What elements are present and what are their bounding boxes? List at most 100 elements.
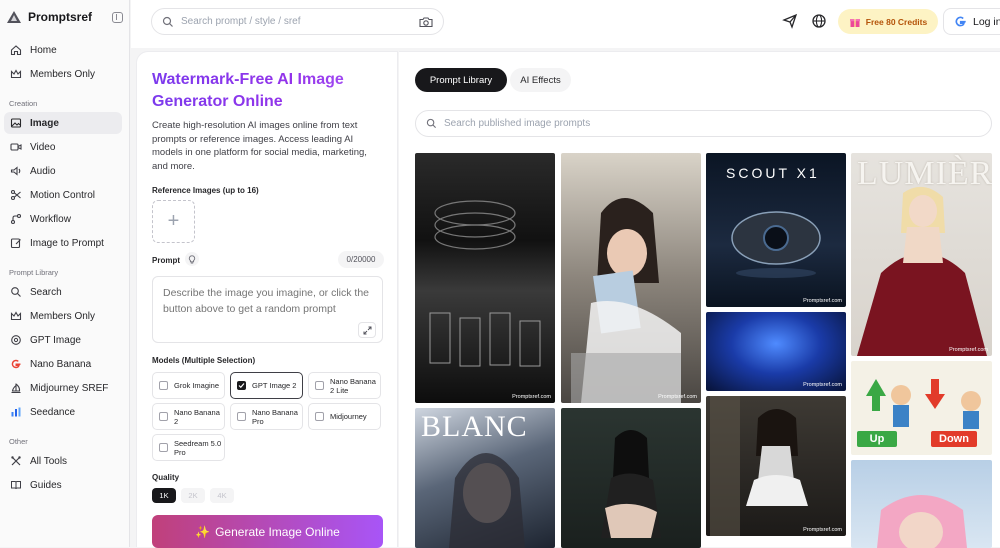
sidebar-item-members-only[interactable]: Members Only [4,63,122,85]
quality-2k[interactable]: 2K [181,488,205,503]
checkbox[interactable] [315,412,324,421]
check-icon [238,383,245,389]
model-option-gpt-image-2[interactable]: GPT Image 2 [230,372,303,399]
model-option-nano-banana-2-lite[interactable]: Nano Banana 2 Lite [308,372,381,399]
gallery-image-girl-book[interactable]: Promptsref.com [561,153,701,403]
quality-1k[interactable]: 1K [152,488,176,503]
gift-icon [849,18,860,27]
sidebar-item-label: Seedance [30,406,76,418]
gallery-image-dishes[interactable]: Promptsref.com [415,153,555,403]
model-option-seedream-5-pro[interactable]: Seedream 5.0 Pro [152,434,225,461]
model-label: Nano Banana Pro [252,407,298,426]
globe-icon[interactable] [810,12,828,30]
sidebar-item-gpt-image[interactable]: GPT Image [4,329,122,351]
sidebar-item-label: Audio [30,165,56,177]
sidebar-item-search[interactable]: Search [4,281,122,303]
sidebar-item-seedance[interactable]: Seedance [4,401,122,423]
gallery-image-blanc[interactable]: BLANC [415,408,555,548]
prompt-input[interactable] [152,276,383,343]
model-option-midjourney[interactable]: Midjourney [308,403,381,430]
tab-prompt-library[interactable]: Prompt Library [415,68,507,92]
crown-icon [10,311,22,321]
gpt-icon [11,335,21,345]
camera-icon[interactable] [419,16,433,28]
upload-reference-button[interactable]: + [152,200,195,243]
gallery-search-input[interactable] [444,118,981,129]
checkbox-checked[interactable] [237,381,246,390]
tab-ai-effects[interactable]: AI Effects [510,68,571,92]
expand-icon[interactable] [358,322,376,338]
prompt-counter: 0/20000 [338,251,384,268]
sidebar-item-members-only-library[interactable]: Members Only [4,305,122,327]
model-label: Midjourney [330,412,367,421]
reference-images-label: Reference Images (up to 16) [152,186,259,195]
watermark: Promptsref.com [803,382,842,388]
model-option-grok-imagine[interactable]: Grok Imagine [152,372,225,399]
quality-4k[interactable]: 4K [210,488,234,503]
topbar: Free 80 Credits Log in [131,0,1000,48]
sidebar-item-guides[interactable]: Guides [4,474,122,496]
sidebar-item-home[interactable]: Home [4,39,122,61]
checkbox[interactable] [159,443,168,452]
plus-icon: + [167,210,180,232]
sidebar-item-midjourney-sref[interactable]: Midjourney SREF [4,377,122,399]
gallery-image-blue-face[interactable]: Promptsref.com [706,312,846,391]
motion-icon [10,189,21,201]
login-button[interactable]: Log in [943,8,1000,35]
section-label-prompt-library: Prompt Library [9,268,59,277]
section-label-creation: Creation [9,99,38,108]
global-search[interactable] [151,8,444,35]
sidebar-item-label: Search [30,286,62,298]
page-description: Create high-resolution AI images online … [152,120,367,172]
checkbox[interactable] [159,381,168,390]
gallery-image-pink-hair[interactable] [851,460,992,548]
sparkle-icon: ✨ [195,524,211,539]
free-credits-button[interactable]: Free 80 Credits [838,9,938,34]
seedance-icon [11,407,21,417]
sidebar-item-label: Image to Prompt [30,237,104,249]
sidebar-item-audio[interactable]: Audio [4,160,122,182]
model-label: Nano Banana 2 [174,407,220,426]
gallery-image-up-down[interactable]: Up Down [851,361,992,455]
gallery-image-lumiere[interactable]: LUMIÈRE Promptsref.com [851,153,992,356]
tile-caption: Up [857,431,897,447]
checkbox[interactable] [237,412,246,421]
sidebar-item-label: Guides [30,479,62,491]
sidebar-item-image-to-prompt[interactable]: Image to Prompt [4,232,122,254]
watermark: Promptsref.com [803,298,842,304]
model-option-nano-banana-pro[interactable]: Nano Banana Pro [230,403,303,430]
sidebar-item-all-tools[interactable]: All Tools [4,450,122,472]
gallery-image-sitting-girl[interactable] [561,408,701,548]
gallery-search[interactable] [415,110,992,137]
sidebar: Promptsref Home Members Only Creation Im… [0,0,130,547]
brand[interactable]: Promptsref [0,0,129,34]
gallery-image-scout-x1[interactable]: SCOUT X1 Promptsref.com [706,153,846,307]
models-label: Models (Multiple Selection) [152,356,256,365]
sidebar-item-label: Home [30,44,57,56]
sidebar-item-label: All Tools [30,455,68,467]
home-icon [10,45,22,56]
lightbulb-icon[interactable] [185,252,199,266]
gallery-panel: Prompt Library AI Effects Promptsref.com… [399,51,1000,548]
generate-button[interactable]: ✨ Generate Image Online [152,515,383,548]
sidebar-item-nano-banana[interactable]: Nano Banana [4,353,122,375]
global-search-input[interactable] [181,16,412,27]
sidebar-item-video[interactable]: Video [4,136,122,158]
sidebar-item-workflow[interactable]: Workflow [4,208,122,230]
sidebar-item-motion-control[interactable]: Motion Control [4,184,122,206]
watermark: Promptsref.com [803,527,842,533]
send-icon[interactable] [781,12,799,30]
credits-label: Free 80 Credits [865,16,928,27]
gallery-image-girl-window[interactable]: Promptsref.com [706,396,846,536]
sidebar-item-image[interactable]: Image [4,112,122,134]
generate-label: Generate Image Online [215,524,340,539]
model-option-nano-banana-2[interactable]: Nano Banana 2 [152,403,225,430]
watermark: Promptsref.com [949,347,988,353]
checkbox[interactable] [159,412,168,421]
quality-label: Quality [152,473,180,482]
sidebar-item-label: Image [30,117,59,129]
search-icon [162,16,173,27]
sidebar-collapse-icon[interactable] [112,11,123,23]
brand-logo-icon [7,11,21,23]
checkbox[interactable] [315,381,324,390]
